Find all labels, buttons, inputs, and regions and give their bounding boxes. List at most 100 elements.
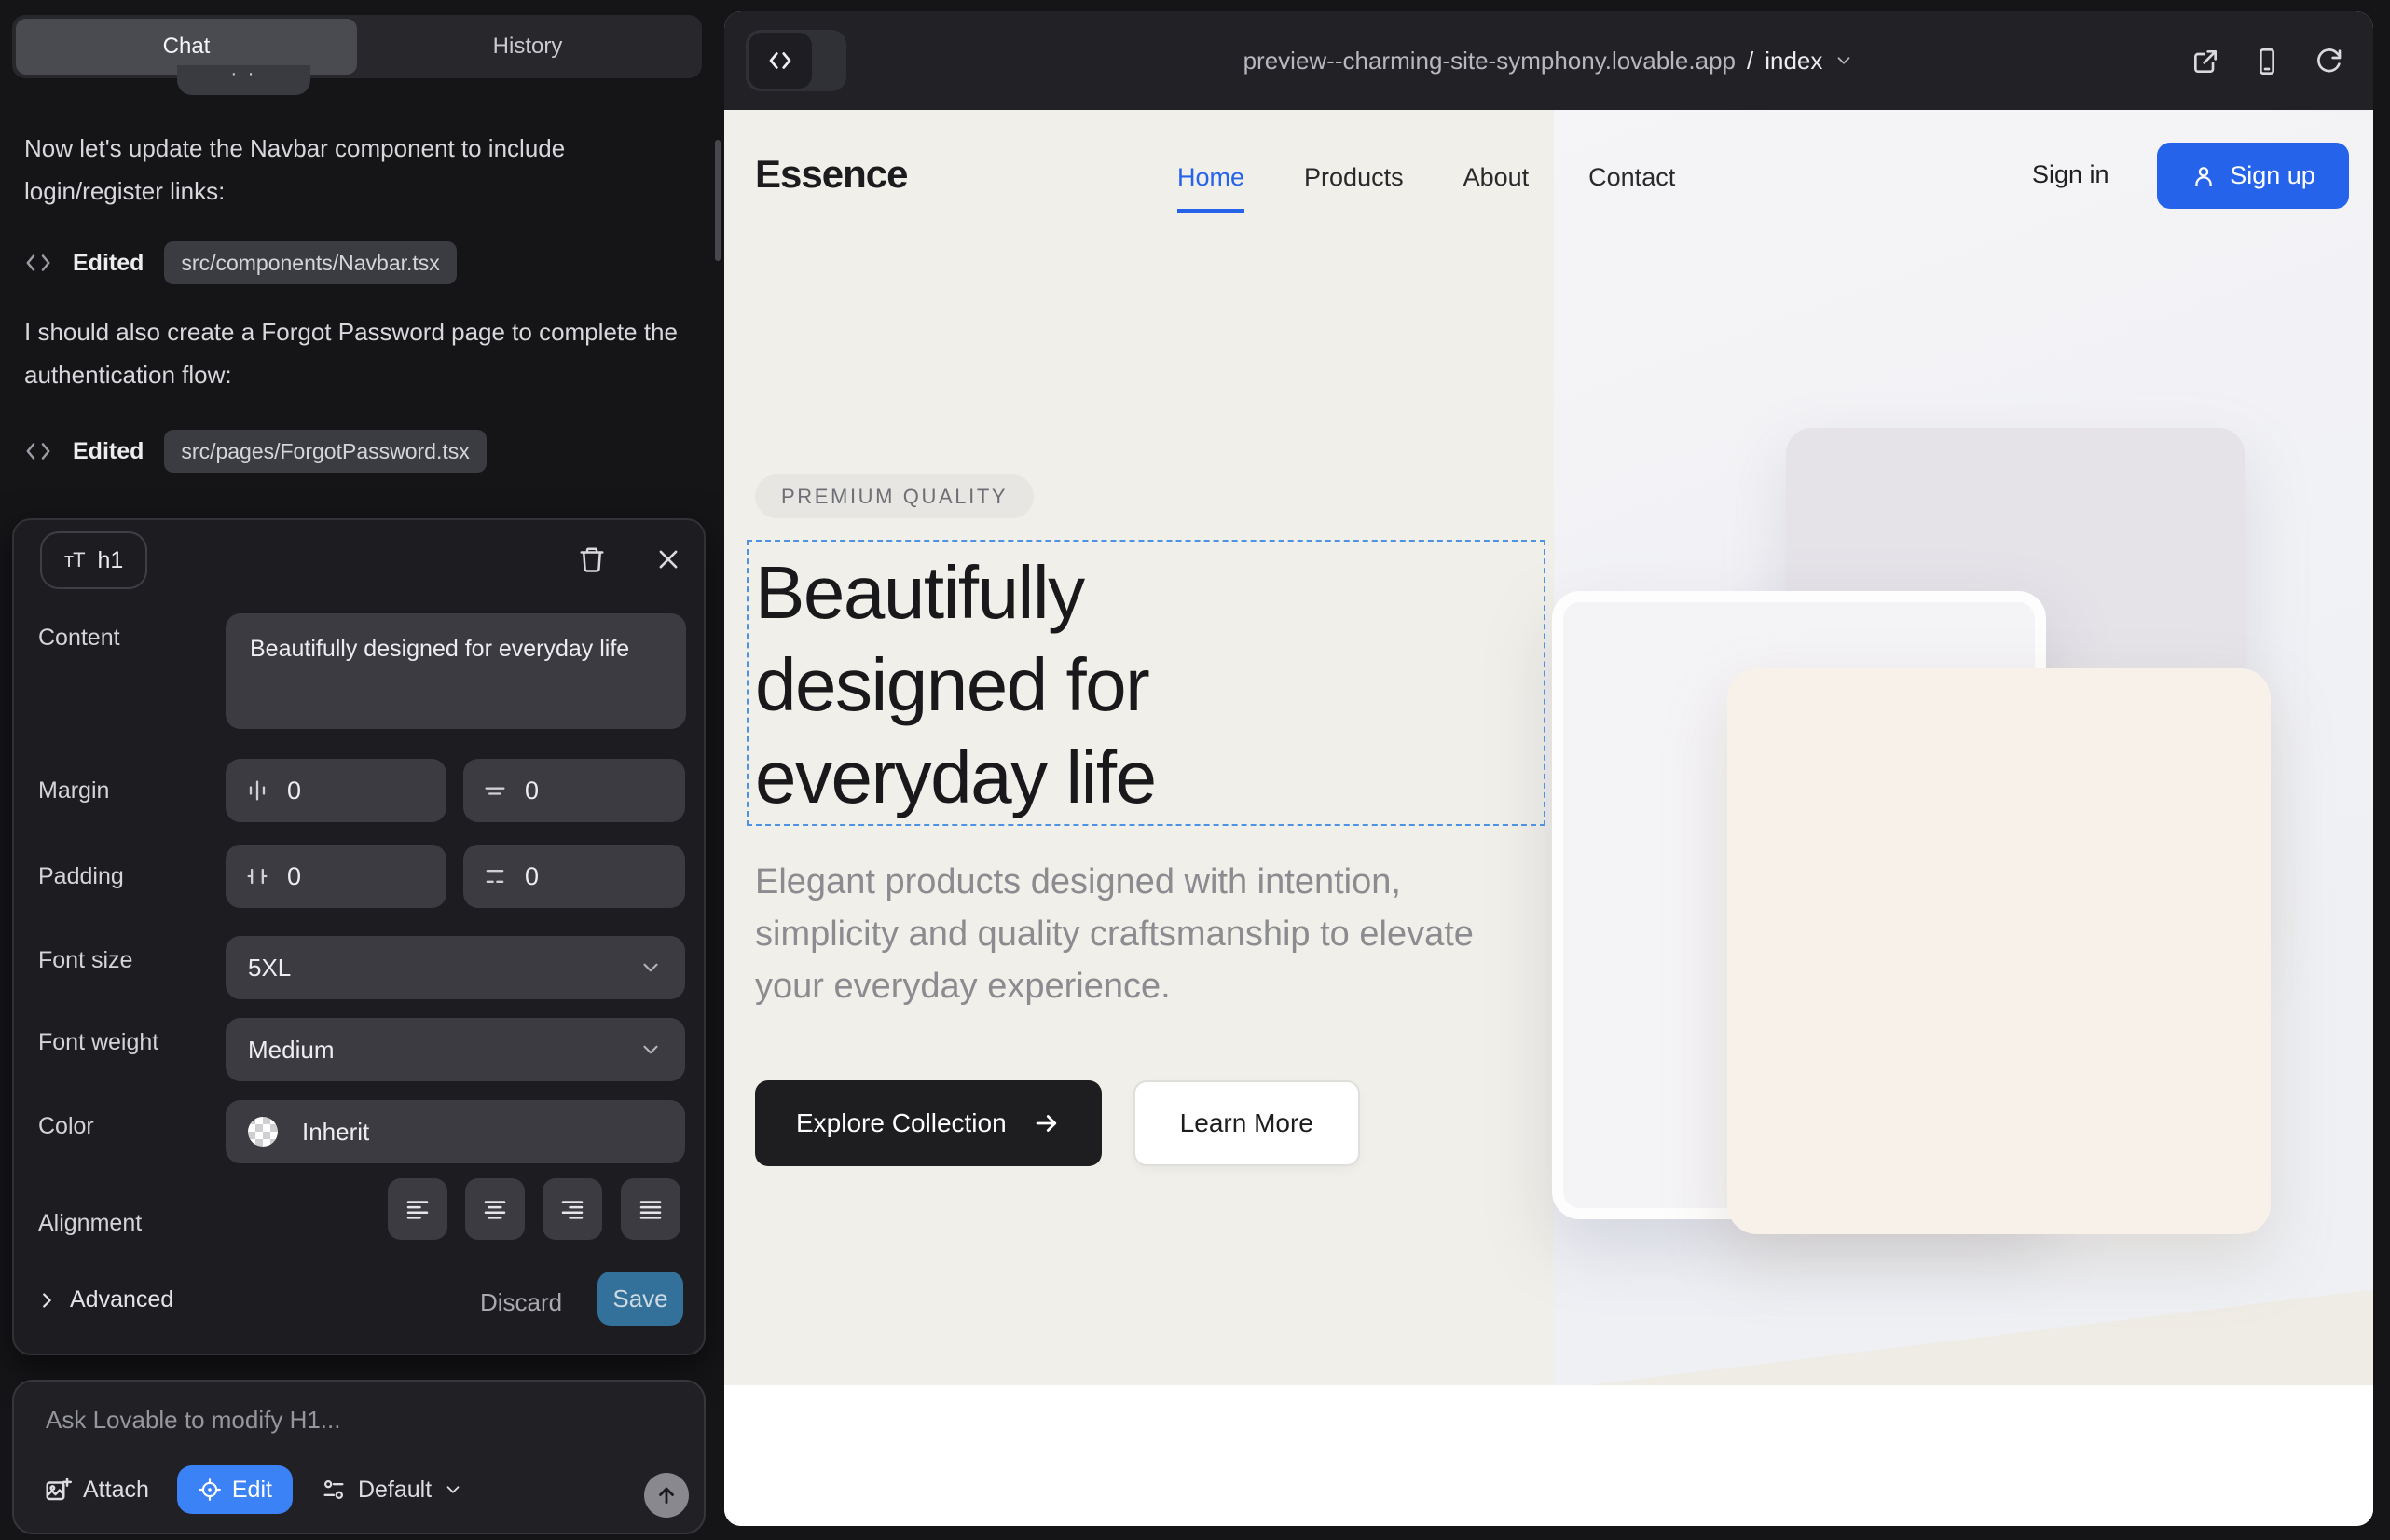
align-right-icon xyxy=(558,1195,586,1223)
edited-file-row: Edited src/pages/ForgotPassword.tsx xyxy=(24,429,487,474)
signup-button[interactable]: Sign up xyxy=(2157,143,2349,209)
smartphone-icon xyxy=(2252,47,2282,76)
cta-secondary-label: Learn More xyxy=(1180,1108,1313,1138)
attach-label: Attach xyxy=(83,1477,149,1504)
user-icon xyxy=(2191,163,2217,189)
edited-file-row: Edited src/components/Navbar.tsx xyxy=(24,241,457,285)
send-button[interactable] xyxy=(644,1473,689,1518)
color-swatch xyxy=(248,1117,278,1147)
advanced-toggle[interactable]: Advanced xyxy=(36,1286,173,1313)
hero-section: Essence Home Products About Contact Sign… xyxy=(724,110,2373,1385)
arrow-right-icon xyxy=(1033,1109,1061,1137)
composer-placeholder: Ask Lovable to modify H1... xyxy=(46,1406,340,1435)
hero-decor-beige-card xyxy=(1727,668,2271,1234)
code-preview-toggle[interactable] xyxy=(746,30,846,91)
preview-toolbar: preview--charming-site-symphony.lovable.… xyxy=(724,11,2373,110)
external-link-icon xyxy=(2191,47,2220,76)
margin-x-input[interactable]: 0 xyxy=(226,759,446,822)
edit-label: Edit xyxy=(232,1477,272,1504)
chat-scrollbar[interactable] xyxy=(715,140,721,261)
delete-element-button[interactable] xyxy=(571,539,612,580)
close-icon[interactable] xyxy=(648,539,689,580)
nav-link-contact[interactable]: Contact xyxy=(1588,163,1675,192)
open-external-button[interactable] xyxy=(2189,45,2222,78)
padding-x-value: 0 xyxy=(287,862,301,891)
color-label: Color xyxy=(38,1113,94,1140)
tab-history[interactable]: History xyxy=(357,19,698,75)
align-justify-icon xyxy=(637,1195,665,1223)
font-size-label: Font size xyxy=(38,947,132,974)
nav-link-products[interactable]: Products xyxy=(1304,163,1404,192)
refresh-button[interactable] xyxy=(2312,45,2345,78)
hero-paragraph: Elegant products designed with intention… xyxy=(755,856,1501,1012)
target-icon xyxy=(198,1478,222,1502)
code-icon xyxy=(24,437,52,465)
selected-element-pill[interactable]: тT h1 xyxy=(40,531,147,589)
edited-label: Edited xyxy=(73,438,144,465)
padding-label: Padding xyxy=(38,863,124,890)
align-left-icon xyxy=(404,1195,432,1223)
edited-file-chip[interactable]: src/pages/ForgotPassword.tsx xyxy=(164,430,486,473)
cta-primary-label: Explore Collection xyxy=(796,1108,1007,1138)
font-size-select[interactable]: 5XL xyxy=(226,936,685,999)
type-icon: тT xyxy=(64,548,85,572)
edit-mode-button[interactable]: Edit xyxy=(177,1465,293,1514)
chat-message: I should also create a Forgot Password p… xyxy=(24,310,695,396)
color-picker-field[interactable]: Inherit xyxy=(226,1100,685,1163)
nav-link-home[interactable]: Home xyxy=(1177,163,1244,192)
discard-button[interactable]: Discard xyxy=(480,1288,562,1317)
site-canvas: Essence Home Products About Contact Sign… xyxy=(724,110,2373,1526)
nav-link-about[interactable]: About xyxy=(1463,163,1530,192)
element-tag-label: h1 xyxy=(98,547,124,574)
padding-y-value: 0 xyxy=(525,862,539,891)
edited-label: Edited xyxy=(73,250,144,277)
font-size-value: 5XL xyxy=(248,954,291,983)
hero-badge: PREMIUM QUALITY xyxy=(755,474,1034,518)
margin-y-icon xyxy=(482,777,508,804)
code-icon xyxy=(24,249,52,277)
model-default-dropdown[interactable]: Default xyxy=(321,1477,463,1504)
align-center-button[interactable] xyxy=(465,1178,525,1240)
url-separator: / xyxy=(1747,47,1753,76)
chat-composer[interactable]: Ask Lovable to modify H1... Attach Edit … xyxy=(12,1380,706,1534)
content-label: Content xyxy=(38,625,120,652)
font-weight-label: Font weight xyxy=(38,1029,158,1056)
font-weight-value: Medium xyxy=(248,1036,334,1065)
save-button[interactable]: Save xyxy=(598,1272,683,1326)
signup-label: Sign up xyxy=(2230,161,2315,190)
url-page: index xyxy=(1765,47,1822,76)
preview-url[interactable]: preview--charming-site-symphony.lovable.… xyxy=(724,11,2373,110)
mobile-view-button[interactable] xyxy=(2250,45,2284,78)
align-center-icon xyxy=(481,1195,509,1223)
font-weight-select[interactable]: Medium xyxy=(226,1018,685,1081)
content-textarea[interactable]: Beautifully designed for everyday life xyxy=(226,613,686,729)
site-logo[interactable]: Essence xyxy=(755,152,907,197)
preview-window: preview--charming-site-symphony.lovable.… xyxy=(724,11,2373,1526)
chevron-down-icon xyxy=(639,956,663,980)
hero-title[interactable]: Beautifully designed for everyday life xyxy=(755,546,1370,823)
sliders-icon xyxy=(321,1477,347,1503)
site-nav: Home Products About Contact xyxy=(1177,163,1675,192)
refresh-icon xyxy=(2314,47,2343,76)
padding-y-input[interactable]: 0 xyxy=(463,845,685,908)
signin-link[interactable]: Sign in xyxy=(2032,160,2109,189)
chevron-down-icon xyxy=(443,1479,463,1500)
default-label: Default xyxy=(358,1477,432,1504)
edited-file-chip[interactable]: src/components/Navbar.tsx xyxy=(164,241,456,284)
padding-x-input[interactable]: 0 xyxy=(226,845,446,908)
margin-x-value: 0 xyxy=(287,777,301,805)
attach-button[interactable]: Attach xyxy=(44,1476,149,1504)
code-view-button[interactable] xyxy=(749,33,812,89)
chat-history-tabs: Chat History xyxy=(12,15,702,78)
padding-x-icon xyxy=(244,863,270,889)
color-value: Inherit xyxy=(302,1118,369,1147)
margin-y-input[interactable]: 0 xyxy=(463,759,685,822)
align-right-button[interactable] xyxy=(543,1178,602,1240)
align-left-button[interactable] xyxy=(388,1178,447,1240)
learn-more-button[interactable]: Learn More xyxy=(1133,1080,1360,1166)
explore-collection-button[interactable]: Explore Collection xyxy=(755,1080,1102,1166)
align-justify-button[interactable] xyxy=(621,1178,680,1240)
chevron-right-icon xyxy=(36,1290,57,1311)
chevron-down-icon xyxy=(1834,50,1854,71)
scrolled-chip: · · xyxy=(177,65,310,95)
